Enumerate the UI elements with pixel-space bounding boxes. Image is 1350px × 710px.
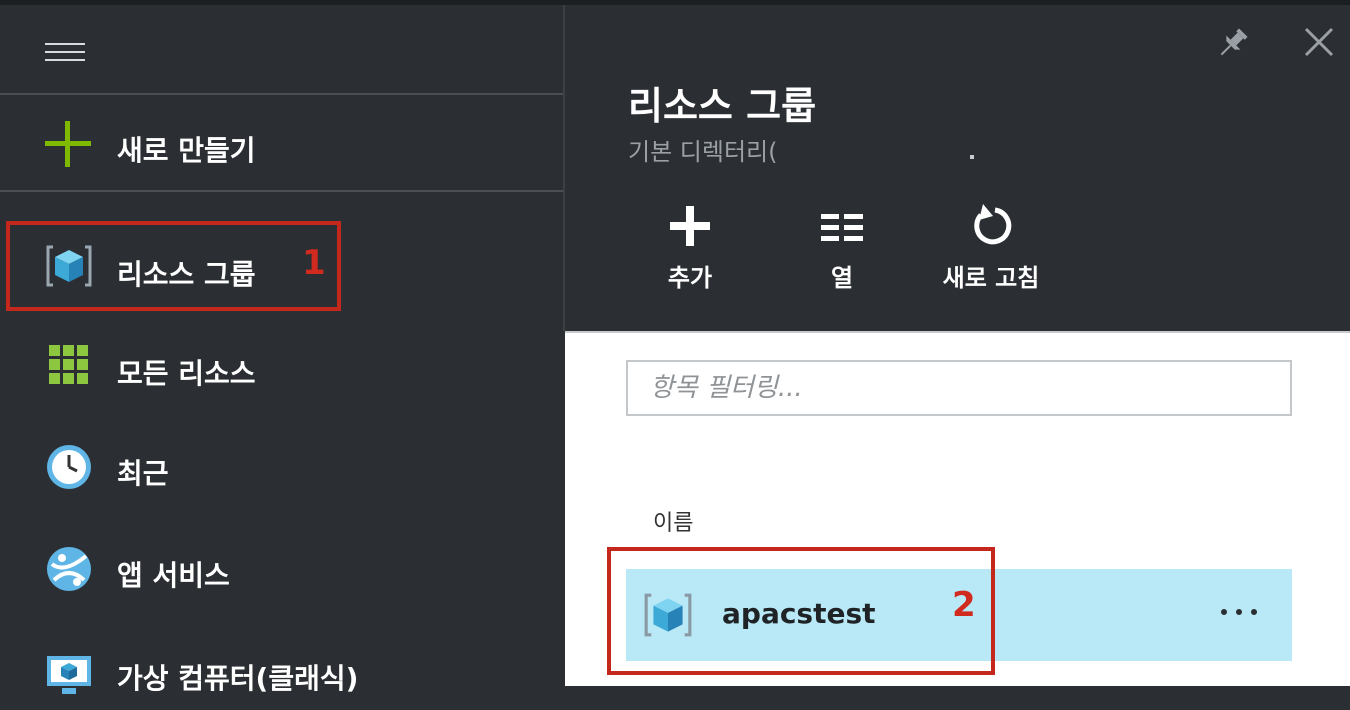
close-icon[interactable] <box>1302 25 1336 59</box>
annotation-marker-1: 1 <box>302 243 326 283</box>
columns-label: 열 <box>830 264 854 292</box>
sidebar-item-label: 최근 <box>117 457 169 490</box>
annotation-highlight-box-2 <box>607 547 995 675</box>
virtual-machine-icon <box>47 656 91 694</box>
redacted-area <box>805 127 1295 161</box>
app-service-icon <box>47 547 91 591</box>
sidebar-item-app-services[interactable]: 앱 서비스 <box>0 520 563 610</box>
plus-icon <box>45 121 91 167</box>
create-new-button[interactable]: 새로 만들기 <box>0 101 563 189</box>
column-header-name[interactable]: 이름 <box>653 505 693 537</box>
sidebar-item-label: 가상 컴퓨터(클래식) <box>117 662 359 695</box>
filter-input[interactable] <box>626 360 1292 416</box>
refresh-icon <box>974 204 1012 245</box>
sidebar-item-virtual-machines-classic[interactable]: 가상 컴퓨터(클래식) <box>0 620 563 710</box>
blade-subtitle: 기본 디렉터리( <box>628 138 778 166</box>
sidebar-divider <box>0 190 563 192</box>
pin-icon[interactable] <box>1213 25 1251 63</box>
more-options-icon[interactable] <box>1219 601 1259 621</box>
add-icon <box>670 206 710 246</box>
refresh-button[interactable]: 새로 고침 <box>936 200 1046 310</box>
blade-title: 리소스 그룹 <box>628 84 817 128</box>
annotation-marker-2: 2 <box>952 585 976 625</box>
sidebar-item-label: 앱 서비스 <box>117 559 230 592</box>
sidebar-item-recent[interactable]: 최근 <box>0 420 563 510</box>
sidebar-item-label: 모든 리소스 <box>117 357 256 390</box>
columns-icon <box>821 214 863 241</box>
clock-icon <box>47 445 91 489</box>
all-resources-icon <box>49 345 88 384</box>
columns-button[interactable]: 열 <box>787 200 897 310</box>
add-button[interactable]: 추가 <box>635 200 745 310</box>
sidebar-item-all-resources[interactable]: 모든 리소스 <box>0 320 563 410</box>
redaction-dot <box>970 155 974 159</box>
hamburger-menu-icon[interactable] <box>45 39 85 63</box>
sidebar-divider <box>0 93 563 95</box>
sidebar: 새로 만들기 리소스 그룹 모든 리소스 최근 앱 서비스 가상 컴퓨터(클래식… <box>0 5 563 695</box>
blade-content: 이름 apacstest 2 <box>565 331 1350 686</box>
refresh-label: 새로 고침 <box>942 264 1040 292</box>
annotation-highlight-box-1 <box>6 221 341 311</box>
blade-header: 리소스 그룹 기본 디렉터리( 추가 열 새로 고침 <box>563 5 1350 331</box>
add-label: 추가 <box>667 264 713 292</box>
create-new-label: 새로 만들기 <box>117 134 256 167</box>
